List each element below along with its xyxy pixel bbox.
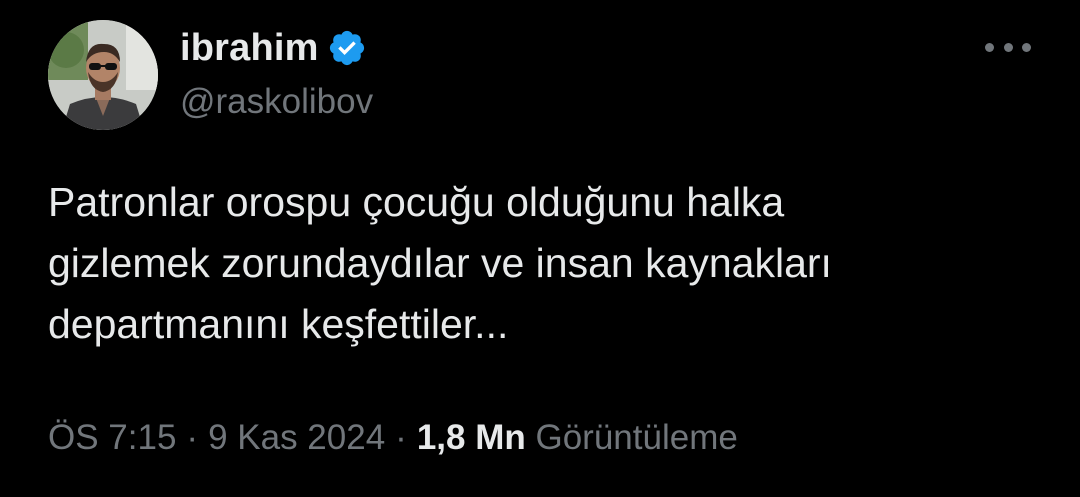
tweet-text-line: Patronlar orospu çocuğu olduğunu halka (48, 179, 785, 225)
tweet-meta: ÖS 7:15 · 9 Kas 2024 · 1,8 Mn Görüntüleme (48, 418, 738, 458)
dot (1003, 42, 1013, 52)
views-count: 1,8 Mn (416, 418, 526, 457)
dot (985, 42, 994, 52)
tweet-time[interactable]: ÖS 7:15 (48, 418, 176, 457)
avatar[interactable] (48, 20, 158, 130)
more-options-icon[interactable] (985, 34, 1031, 60)
meta-separator: · (186, 418, 199, 457)
tweet-text-line: gizlemek zorundaydılar ve insan kaynakla… (48, 240, 832, 286)
dot (1022, 42, 1031, 52)
author-display-name[interactable]: ibrahim (180, 27, 319, 70)
views-label: Görüntüleme (535, 418, 738, 457)
tweet-text: Patronlar orospu çocuğu olduğunu halka g… (48, 172, 1038, 355)
verified-badge-icon (327, 28, 367, 68)
author-handle[interactable]: @raskolibov (180, 82, 373, 122)
profile-photo-icon (48, 20, 158, 130)
tweet-date[interactable]: 9 Kas 2024 (208, 418, 385, 457)
meta-separator: · (395, 418, 407, 457)
tweet-text-line: departmanını keşfettiler... (48, 301, 509, 347)
author-name-row: ibrahim (180, 26, 367, 70)
